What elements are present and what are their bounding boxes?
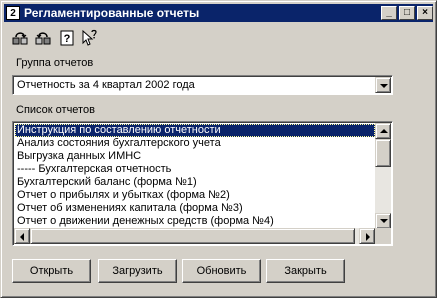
context-help-icon[interactable] bbox=[80, 29, 98, 47]
scroll-thumb[interactable] bbox=[375, 139, 391, 167]
report-group-value: Отчетность за 4 квартал 2002 года bbox=[17, 79, 195, 91]
minimize-button[interactable]: _ bbox=[381, 6, 397, 20]
arrow-down-icon bbox=[380, 219, 388, 223]
scroll-left-button[interactable] bbox=[14, 228, 30, 244]
window-title: Регламентированные отчеты bbox=[24, 6, 200, 20]
close-window-button[interactable]: × bbox=[417, 6, 433, 20]
load-button[interactable]: Загрузить bbox=[98, 259, 177, 283]
help-icon[interactable]: ? bbox=[58, 29, 76, 47]
help-glyph: ? bbox=[64, 33, 71, 45]
list-item[interactable]: Инструкция по составлению отчетности bbox=[15, 124, 375, 137]
reports-window: 2 Регламентированные отчеты _ □ × ? Груп… bbox=[0, 0, 437, 298]
horizontal-scrollbar[interactable] bbox=[14, 228, 375, 244]
list-item[interactable]: ----- Бухгалтерская отчетность bbox=[15, 163, 375, 176]
maximize-button[interactable]: □ bbox=[399, 6, 415, 20]
list-item[interactable]: Отчет об изменениях капитала (форма №3) bbox=[15, 202, 375, 215]
close-button[interactable]: Закрыть bbox=[266, 259, 345, 283]
group-label: Группа отчетов bbox=[16, 57, 94, 69]
list-item[interactable]: Отчет о прибылях и убытках (форма №2) bbox=[15, 189, 375, 202]
chevron-down-icon bbox=[380, 84, 388, 88]
list-item[interactable]: Выгрузка данных ИМНС bbox=[15, 150, 375, 163]
list-item[interactable]: Бухгалтерский баланс (форма №1) bbox=[15, 176, 375, 189]
disconnect-reports-icon[interactable] bbox=[34, 29, 52, 47]
vertical-scrollbar[interactable] bbox=[375, 123, 391, 229]
report-group-select[interactable]: Отчетность за 4 квартал 2002 года bbox=[12, 75, 393, 95]
dropdown-button[interactable] bbox=[375, 77, 391, 93]
reports-list-label: Список отчетов bbox=[16, 104, 95, 116]
update-button[interactable]: Обновить bbox=[182, 259, 261, 283]
arrow-up-icon bbox=[380, 129, 388, 133]
scroll-up-button[interactable] bbox=[375, 123, 391, 139]
connect-reports-icon[interactable] bbox=[11, 29, 29, 47]
title-bar[interactable]: 2 Регламентированные отчеты _ □ × bbox=[4, 4, 433, 22]
scrollbar-corner bbox=[375, 228, 391, 244]
hscroll-thumb[interactable] bbox=[30, 228, 355, 244]
arrow-left-icon bbox=[20, 233, 24, 241]
list-item[interactable]: Анализ состояния бухгалтерского учета bbox=[15, 137, 375, 150]
scroll-down-button[interactable] bbox=[375, 213, 391, 229]
list-item[interactable]: Отчет о движении денежных средств (форма… bbox=[15, 215, 375, 228]
reports-list[interactable]: Инструкция по составлению отчетности Анал… bbox=[12, 121, 393, 246]
arrow-right-icon bbox=[366, 233, 370, 241]
scroll-right-button[interactable] bbox=[359, 228, 375, 244]
reports-list-items: Инструкция по составлению отчетности Анал… bbox=[15, 124, 375, 228]
app-icon: 2 bbox=[6, 6, 20, 20]
open-button[interactable]: Открыть bbox=[12, 259, 91, 283]
